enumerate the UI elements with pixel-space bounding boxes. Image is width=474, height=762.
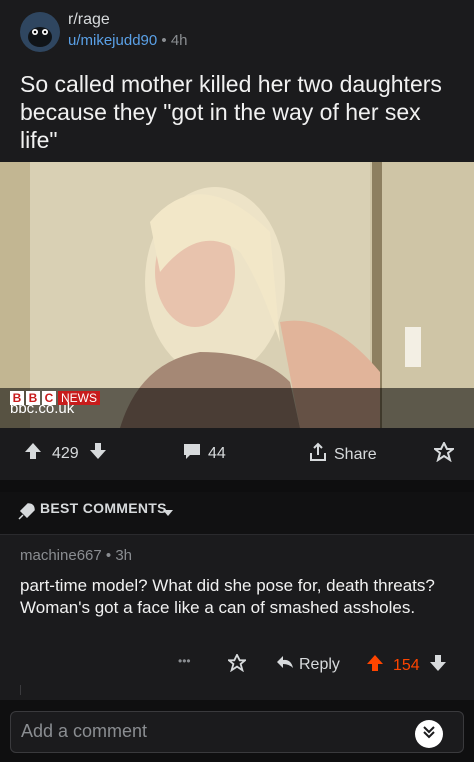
sort-label: BEST COMMENTS bbox=[40, 500, 167, 516]
subreddit-avatar[interactable] bbox=[20, 12, 60, 52]
collapse-button[interactable] bbox=[415, 720, 443, 748]
post-actions: 429 44 Share bbox=[0, 428, 474, 480]
thread-line bbox=[20, 685, 21, 695]
double-chevron-down-icon bbox=[422, 725, 436, 744]
downvote-icon[interactable] bbox=[429, 654, 447, 677]
comment-sort-bar[interactable]: BEST COMMENTS bbox=[0, 492, 474, 535]
upvote-icon[interactable] bbox=[366, 654, 384, 677]
reply-icon bbox=[276, 654, 294, 675]
rocket-icon bbox=[16, 502, 36, 527]
share-label: Share bbox=[334, 445, 377, 463]
award-button[interactable] bbox=[432, 440, 456, 467]
meta-separator: • bbox=[161, 32, 167, 49]
post-age: 4h bbox=[170, 32, 188, 49]
comments-button[interactable]: 44 bbox=[182, 442, 226, 465]
comment-icon bbox=[182, 442, 202, 465]
section-divider bbox=[0, 480, 474, 492]
award-icon bbox=[432, 440, 456, 467]
comment-actions: ••• Reply 154 bbox=[0, 650, 474, 680]
upvote-icon[interactable] bbox=[24, 442, 42, 465]
reply-label: Reply bbox=[299, 655, 340, 673]
award-button[interactable] bbox=[226, 652, 248, 677]
comment-placeholder: Add a comment bbox=[21, 721, 148, 741]
comment-meta: machine667 • 3h bbox=[20, 547, 132, 564]
award-icon bbox=[226, 652, 248, 677]
comment-count: 44 bbox=[208, 444, 226, 462]
comment-age: 3h bbox=[115, 547, 133, 564]
post-meta: u/mikejudd90 • 4h bbox=[68, 32, 188, 49]
post-header: r/rage u/mikejudd90 • 4h So called mothe… bbox=[0, 0, 474, 160]
comment-vote-group: 154 bbox=[366, 654, 447, 677]
downvote-icon[interactable] bbox=[89, 442, 107, 465]
more-options-button[interactable]: ••• bbox=[178, 654, 191, 668]
chevron-down-icon bbox=[162, 505, 174, 523]
vote-group: 429 bbox=[24, 442, 107, 465]
comment-author[interactable]: machine667 bbox=[20, 547, 102, 564]
comment-input[interactable]: Add a comment bbox=[10, 711, 464, 753]
comment: machine667 • 3h part-time model? What di… bbox=[0, 535, 474, 695]
comment-composer: Add a comment bbox=[0, 700, 474, 762]
subreddit-name[interactable]: r/rage bbox=[68, 11, 110, 29]
post-title[interactable]: So called mother killed her two daughter… bbox=[20, 70, 450, 154]
comment-body: part-time model? What did she pose for, … bbox=[20, 576, 435, 617]
share-icon bbox=[308, 442, 328, 467]
link-domain[interactable]: bbc.co.uk bbox=[10, 400, 74, 417]
post-author[interactable]: u/mikejudd90 bbox=[68, 32, 157, 49]
meta-separator: • bbox=[105, 547, 112, 564]
reply-button[interactable]: Reply bbox=[276, 654, 340, 675]
share-button[interactable]: Share bbox=[308, 442, 377, 467]
post-score: 429 bbox=[52, 444, 79, 462]
comment-score: 154 bbox=[393, 656, 420, 674]
